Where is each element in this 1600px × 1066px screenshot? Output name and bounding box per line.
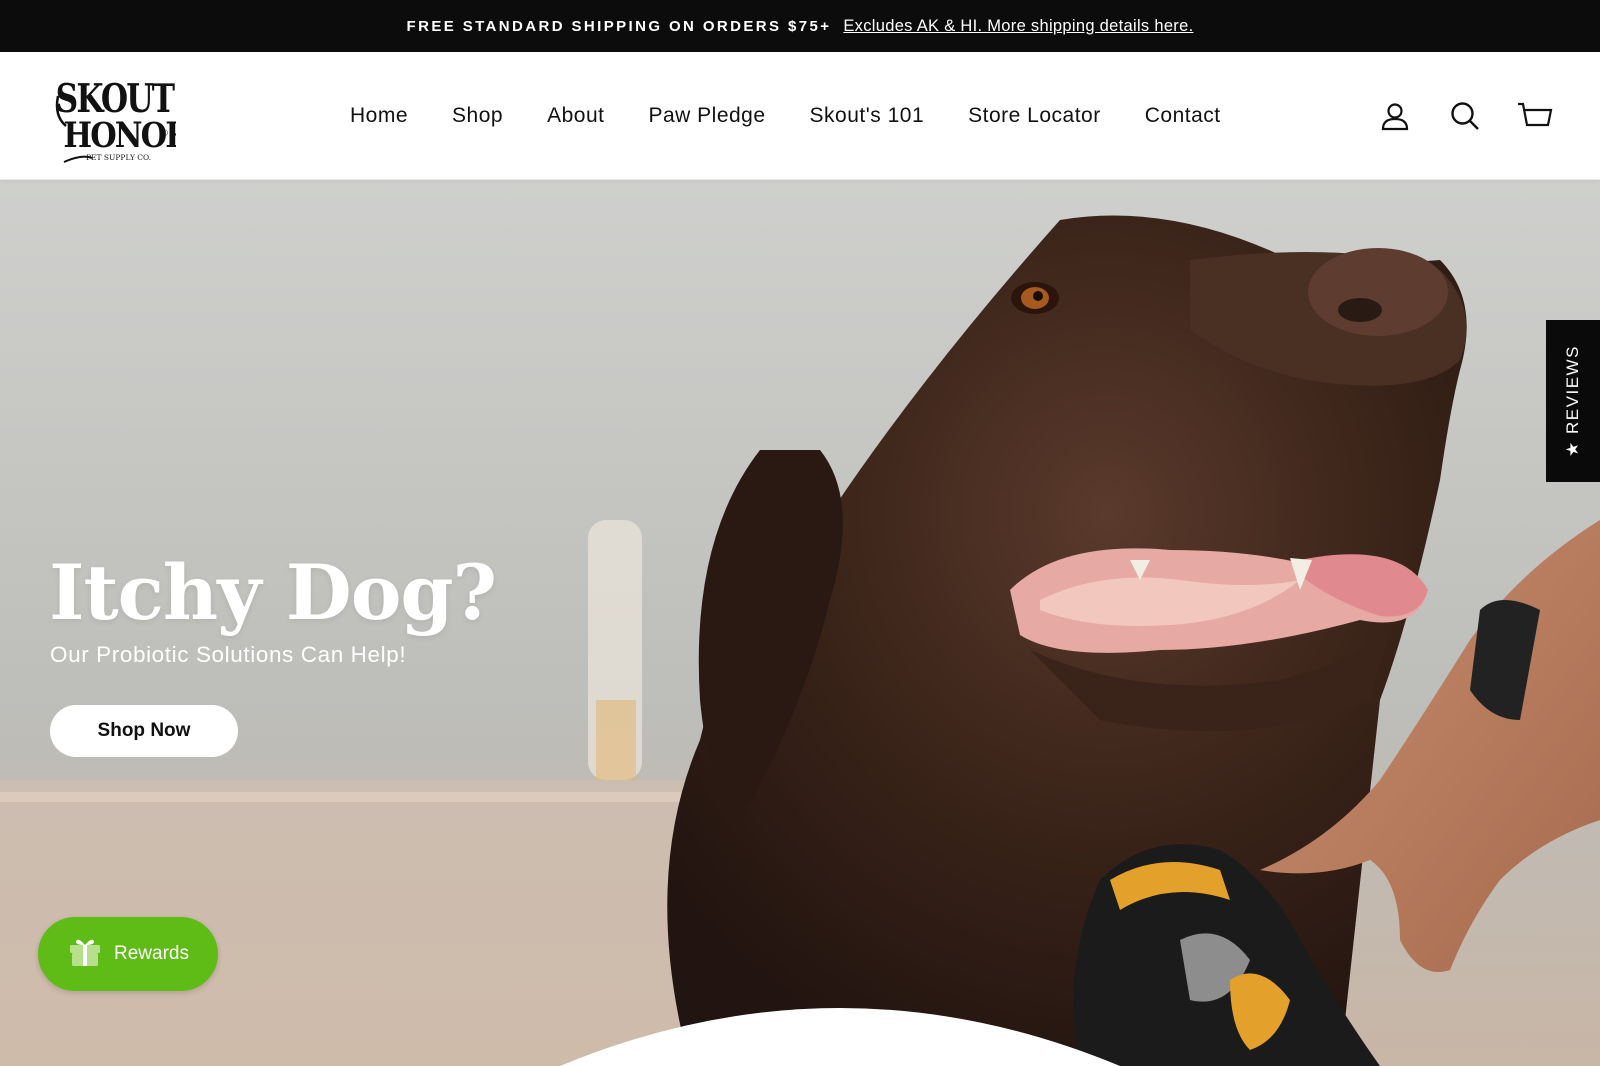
rewards-button[interactable]: Rewards xyxy=(38,917,218,991)
reviews-tab[interactable]: ★ REVIEWS xyxy=(1546,320,1600,482)
hero-title: Itchy Dog? xyxy=(49,548,497,637)
rewards-label: Rewards xyxy=(114,943,189,964)
main-nav: Home Shop About Paw Pledge Skout's 101 S… xyxy=(350,52,1265,180)
nav-store-locator[interactable]: Store Locator xyxy=(968,104,1101,128)
reviews-tab-label: ★ REVIEWS xyxy=(1563,345,1582,457)
gift-icon xyxy=(68,935,102,973)
header-icons xyxy=(1376,52,1554,180)
logo-line3: PET SUPPLY CO. xyxy=(86,153,151,162)
shop-now-button[interactable]: Shop Now xyxy=(50,705,238,757)
account-icon[interactable] xyxy=(1376,97,1414,135)
nav-skouts-101[interactable]: Skout's 101 xyxy=(810,104,925,128)
hero-banner: Itchy Dog? Our Probiotic Solutions Can H… xyxy=(0,180,1600,1066)
shipping-details-link[interactable]: Excludes AK & HI. More shipping details … xyxy=(843,17,1193,36)
hero-subtitle: Our Probiotic Solutions Can Help! xyxy=(50,642,407,667)
nav-shop[interactable]: Shop xyxy=(452,104,503,128)
shipping-promo-text: FREE STANDARD SHIPPING ON ORDERS $75+ xyxy=(406,17,832,35)
site-header: SKOUT'S HONOR ® PET SUPPLY CO. Home Shop… xyxy=(0,52,1600,180)
nav-home[interactable]: Home xyxy=(350,104,408,128)
logo-registered: ® xyxy=(160,129,169,139)
cart-icon[interactable] xyxy=(1516,97,1554,135)
nav-contact[interactable]: Contact xyxy=(1145,104,1221,128)
nav-about[interactable]: About xyxy=(547,104,604,128)
search-icon[interactable] xyxy=(1446,97,1484,135)
site-logo[interactable]: SKOUT'S HONOR ® PET SUPPLY CO. xyxy=(52,66,204,166)
nav-paw-pledge[interactable]: Paw Pledge xyxy=(648,104,765,128)
announcement-bar: FREE STANDARD SHIPPING ON ORDERS $75+ Ex… xyxy=(0,0,1600,52)
